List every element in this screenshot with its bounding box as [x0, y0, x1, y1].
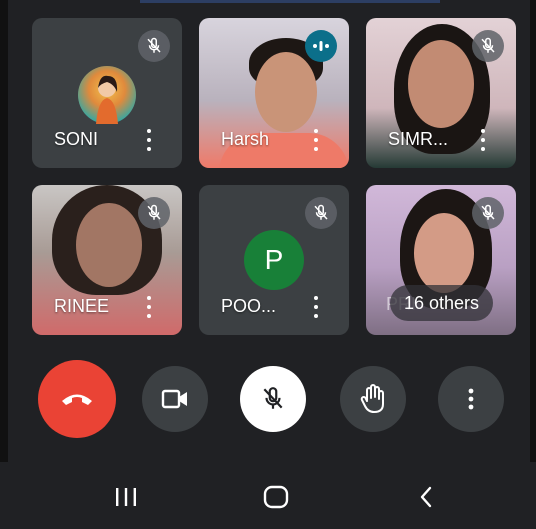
participant-name: RINEE — [54, 296, 110, 316]
participant-name: POO... — [221, 296, 277, 316]
camera-button[interactable] — [142, 366, 208, 432]
video-feed — [414, 213, 474, 293]
more-vert-icon[interactable] — [142, 126, 156, 154]
more-vert-icon — [468, 388, 474, 410]
more-vert-icon[interactable] — [309, 126, 323, 154]
avatar — [78, 66, 136, 124]
hand-icon — [360, 384, 384, 413]
video-feed — [255, 52, 317, 132]
participant-tile-soni[interactable]: SONI — [32, 18, 182, 168]
raise-hand-button[interactable] — [340, 366, 406, 432]
mic-off-icon — [138, 30, 170, 62]
participant-name: Harsh — [221, 129, 270, 149]
participant-name: SONI — [54, 129, 99, 149]
recents-button[interactable] — [106, 482, 146, 512]
home-icon — [263, 485, 289, 509]
end-call-icon — [62, 394, 92, 405]
top-partial-tile — [140, 0, 440, 3]
mic-off-icon — [138, 197, 170, 229]
video-feed — [408, 40, 474, 128]
video-camera-icon — [161, 389, 187, 409]
participant-tile-poo[interactable]: P POO... — [199, 185, 349, 335]
back-button[interactable] — [406, 482, 446, 512]
meet-call-screen: SONI Harsh SIMR... RINEE P POO... 16 oth… — [0, 0, 536, 529]
participant-tile-harsh[interactable]: Harsh — [199, 18, 349, 168]
participant-tile-simr[interactable]: SIMR... — [366, 18, 516, 168]
screen-edge-left — [0, 0, 8, 529]
mic-off-icon — [305, 197, 337, 229]
more-vert-icon[interactable] — [142, 293, 156, 321]
more-vert-icon[interactable] — [476, 126, 490, 154]
speaking-indicator-icon — [305, 30, 337, 62]
system-navigation-bar — [0, 462, 536, 529]
avatar: P — [244, 230, 304, 290]
home-button[interactable] — [256, 482, 296, 512]
participant-name: SIMR... — [388, 129, 449, 149]
end-call-button[interactable] — [38, 360, 116, 438]
video-feed — [76, 203, 142, 287]
mic-off-icon — [472, 197, 504, 229]
participant-tile-rinee[interactable]: RINEE — [32, 185, 182, 335]
mic-off-icon — [472, 30, 504, 62]
microphone-button[interactable] — [240, 366, 306, 432]
participant-tile-others[interactable]: PRI 16 others — [366, 185, 516, 335]
recents-icon — [116, 488, 136, 506]
others-count-badge[interactable]: 16 others — [390, 285, 494, 321]
screen-edge-right — [530, 0, 536, 529]
more-vert-icon[interactable] — [309, 293, 323, 321]
more-options-button[interactable] — [438, 366, 504, 432]
mic-off-icon — [263, 387, 283, 409]
back-icon — [420, 486, 432, 508]
